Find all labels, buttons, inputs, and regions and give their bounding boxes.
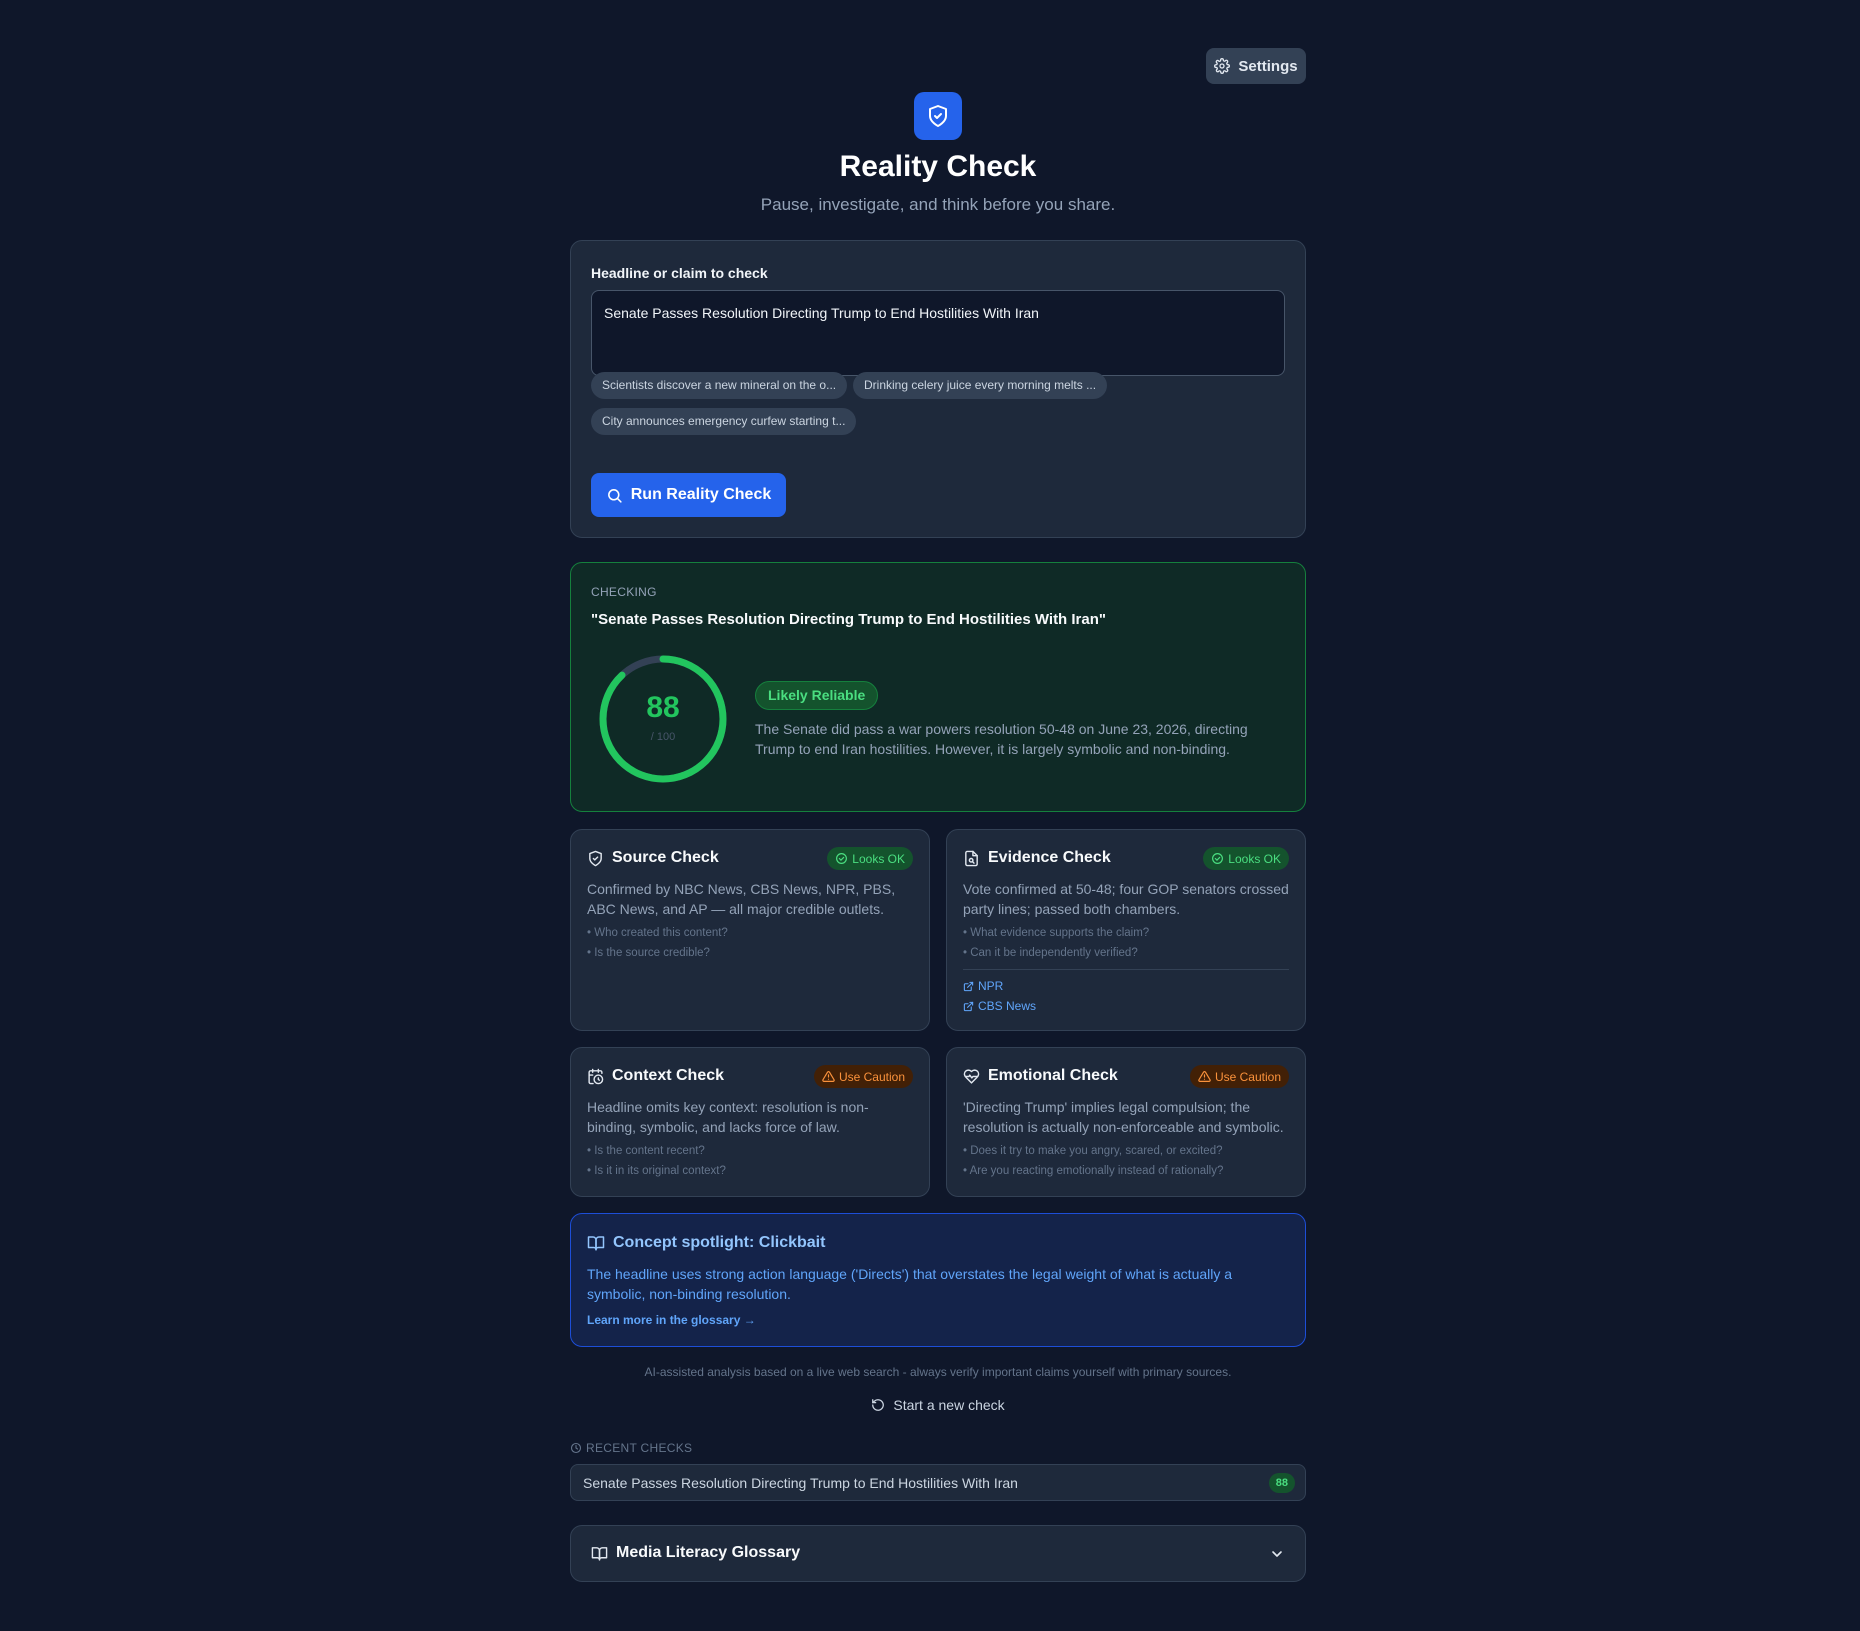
check-body: Vote confirmed at 50-48; four GOP senato… (963, 881, 1289, 917)
rotate-ccw-icon (872, 1399, 885, 1411)
check-question: • Is the source credible? (587, 947, 710, 959)
external-link-icon (963, 981, 974, 991)
status-label: Use Caution (1214, 1069, 1281, 1084)
status-badge: Looks OK (827, 847, 913, 870)
status-badge: Use Caution (1189, 1065, 1289, 1088)
verdict-badge: Likely Reliable (755, 681, 879, 710)
example-chip[interactable]: City announces emergency curfew starting… (591, 408, 857, 435)
check-body: Headline omits key context: resolution i… (587, 1099, 869, 1135)
source-link-label: NPR (978, 979, 1004, 993)
check-title: Evidence Check (988, 849, 1111, 866)
run-check-button[interactable]: Run Reality Check (591, 473, 786, 517)
claim-input[interactable] (591, 290, 1285, 376)
new-check-label: Start a new check (893, 1397, 1005, 1413)
shield-check-icon (929, 105, 947, 127)
check-body: Confirmed by NBC News, CBS News, NPR, PB… (587, 881, 896, 917)
check-circle-icon (1212, 853, 1224, 864)
page-subtitle: Pause, investigate, and think before you… (760, 195, 1116, 214)
check-question: • Is the content recent? (587, 1145, 705, 1157)
concept-spotlight-card: Concept spotlight: Clickbait The headlin… (570, 1213, 1306, 1347)
evidence-check-card: Evidence Check Looks OK Vote confirmed a… (946, 829, 1306, 1031)
verdict-summary: The Senate did pass a war powers resolut… (755, 721, 1248, 757)
status-badge: Use Caution (813, 1065, 913, 1088)
shield-icon (589, 850, 602, 866)
concept-title: Concept spotlight: Clickbait (613, 1234, 826, 1251)
source-link-label: CBS News (978, 999, 1037, 1013)
calendar-clock-icon (588, 1068, 604, 1084)
claim-field-label: Headline or claim to check (591, 265, 768, 281)
checked-claim: "Senate Passes Resolution Directing Trum… (591, 611, 1107, 628)
score-value: 88 (646, 691, 680, 724)
file-search-icon (965, 850, 978, 866)
check-title: Emotional Check (988, 1067, 1118, 1084)
example-chip[interactable]: Drinking celery juice every morning melt… (853, 372, 1108, 399)
search-icon (607, 488, 622, 503)
emotional-check-card: Emotional Check Use Caution 'Directing T… (946, 1047, 1306, 1197)
app-logo (914, 92, 962, 140)
source-link-cbs[interactable]: CBS News (963, 999, 1036, 1013)
status-badge: Looks OK (1203, 847, 1289, 870)
check-question: • Can it be independently verified? (963, 947, 1138, 959)
warning-triangle-icon (822, 1071, 835, 1082)
check-question: • Does it try to make you angry, scared,… (963, 1145, 1223, 1157)
settings-button[interactable]: Settings (1206, 48, 1306, 84)
check-title: Context Check (612, 1067, 725, 1084)
check-question: • What evidence supports the claim? (963, 927, 1150, 939)
disclaimer: AI-assisted analysis based on a live web… (644, 1365, 1232, 1379)
book-open-icon (591, 1546, 608, 1561)
source-check-card: Source Check Looks OK Confirmed by NBC N… (570, 829, 930, 1031)
settings-label: Settings (1238, 57, 1298, 75)
chevron-down-icon (1272, 1551, 1282, 1557)
claim-input-card: Headline or claim to check Scientists di… (570, 240, 1306, 538)
glossary-link[interactable]: Learn more in the glossary → (587, 1313, 756, 1327)
clock-icon (570, 1442, 582, 1454)
recent-checks-label: RECENT CHECKS (586, 1441, 693, 1455)
checking-label: CHECKING (591, 585, 657, 599)
recent-check-text: Senate Passes Resolution Directing Trump… (583, 1475, 1018, 1491)
example-chip[interactable]: Scientists discover a new mineral on the… (591, 372, 848, 399)
warning-triangle-icon (1198, 1071, 1211, 1082)
check-body: 'Directing Trump' implies legal compulsi… (963, 1099, 1284, 1135)
recent-checks-heading: RECENT CHECKS (570, 1441, 692, 1455)
gear-icon (1214, 58, 1231, 74)
heart-pulse-icon (963, 1068, 980, 1084)
recent-check-score: 88 (1268, 1473, 1295, 1493)
status-label: Looks OK (852, 851, 905, 866)
new-check-button[interactable]: Start a new check (860, 1394, 1016, 1416)
check-question: • Are you reacting emotionally instead o… (963, 1165, 1224, 1177)
divider (963, 969, 1289, 970)
check-question: • Who created this content? (587, 927, 728, 939)
check-circle-icon (836, 853, 848, 864)
page-title: Reality Check (839, 150, 1037, 183)
external-link-icon (963, 1001, 974, 1011)
source-link-npr[interactable]: NPR (963, 979, 1003, 993)
check-question: • Is it in its original context? (587, 1165, 726, 1177)
status-label: Looks OK (1228, 851, 1281, 866)
context-check-card: Context Check Use Caution Headline omits… (570, 1047, 930, 1197)
check-title: Source Check (612, 849, 719, 866)
book-open-icon (587, 1236, 605, 1251)
recent-check-item[interactable]: Senate Passes Resolution Directing Trump… (570, 1464, 1306, 1501)
status-label: Use Caution (838, 1069, 905, 1084)
glossary-accordion[interactable]: Media Literacy Glossary (570, 1525, 1306, 1582)
result-card: CHECKING "Senate Passes Resolution Direc… (570, 562, 1306, 812)
score-max: / 100 (650, 731, 676, 743)
concept-text: The headline uses strong action language… (587, 1266, 1233, 1302)
glossary-title: Media Literacy Glossary (616, 1544, 801, 1561)
run-check-label: Run Reality Check (630, 486, 772, 503)
